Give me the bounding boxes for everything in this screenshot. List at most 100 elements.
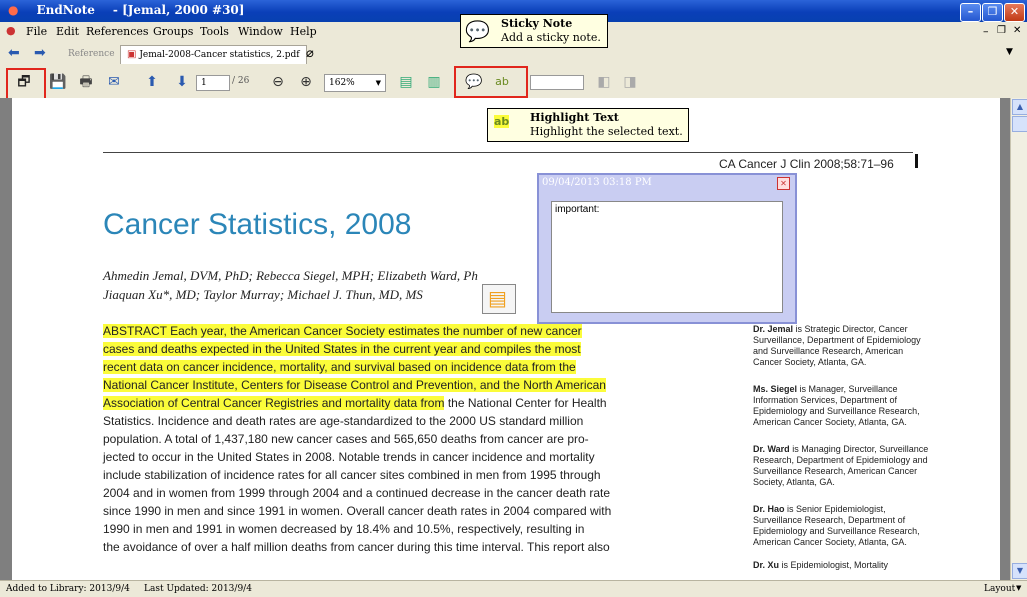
header-bar <box>915 154 918 168</box>
app-icon: ● <box>8 3 19 17</box>
menu-file[interactable]: File <box>26 25 47 38</box>
sticky-note-header[interactable]: 09/04/2013 03:18 PM ✕ <box>539 175 795 192</box>
abstract-line: 2004 and in women from 1999 through 2004… <box>103 486 611 500</box>
layout-label[interactable]: Layout <box>984 584 1015 594</box>
authors: Ahmedin Jemal, DVM, PhD; Rebecca Siegel,… <box>103 266 478 304</box>
bio-jemal: Dr. Jemal is Strategic Director, Cancer … <box>753 324 933 384</box>
maximize-button[interactable]: ❐ <box>982 3 1003 22</box>
abstract-line: recent data on cancer incidence, mortali… <box>103 358 611 376</box>
sticky-note-tooltip: 💬 Sticky Note Add a sticky note. <box>460 14 608 48</box>
abstract-line: National Cancer Institute, Centers for D… <box>103 376 611 394</box>
tooltip-title: Sticky Note <box>501 17 573 30</box>
page-down-icon[interactable]: ⬇ <box>172 73 192 91</box>
bio-name: Dr. Xu <box>753 560 780 570</box>
sticky-note-content: important: <box>555 204 600 215</box>
abstract: ABSTRACT Each year, the American Cancer … <box>103 322 611 556</box>
menu-edit[interactable]: Edit <box>56 25 79 38</box>
fit-width-icon[interactable]: ▥ <box>424 73 444 91</box>
vertical-scrollbar[interactable]: ▲ ▼ <box>1010 98 1027 580</box>
scroll-up-icon[interactable]: ▲ <box>1012 99 1027 115</box>
layout-dropdown-icon[interactable]: ▼ <box>1016 584 1021 592</box>
edit-reference-icon[interactable]: 🗗 <box>14 73 34 91</box>
bio-hao: Dr. Hao is Senior Epidemiologist, Survei… <box>753 504 933 560</box>
pdf-icon: ▣ <box>127 49 137 60</box>
print-icon[interactable]: 🖶 <box>76 73 96 91</box>
zoom-select[interactable]: 162% ▼ <box>324 74 386 92</box>
menu-groups[interactable]: Groups <box>153 25 193 38</box>
bio-name: Dr. Jemal <box>753 324 794 334</box>
menu-references[interactable]: References <box>86 25 149 38</box>
abstract-line: include stabilization of incidence rates… <box>103 468 601 482</box>
fit-page-icon[interactable]: ▤ <box>396 73 416 91</box>
zoom-out-icon[interactable]: ⊖ <box>268 73 288 91</box>
search-next-icon[interactable]: ◨ <box>620 73 640 91</box>
zoom-dropdown-icon: ▼ <box>375 79 381 87</box>
bio-ward: Dr. Ward is Managing Director, Surveilla… <box>753 444 933 504</box>
highlighted-text[interactable]: National Cancer Institute, Centers for D… <box>103 378 606 392</box>
tab-pdf-label: Jemal-2008-Cancer statistics, 2.pdf <box>139 50 300 60</box>
close-button[interactable]: ✕ <box>1004 3 1025 22</box>
bio-xu: Dr. Xu is Epidemiologist, Mortality <box>753 560 933 572</box>
sticky-note-icon[interactable]: 💬 <box>464 73 484 91</box>
tooltip-desc: Add a sticky note. <box>501 31 601 44</box>
attachment-icon[interactable]: ⌀ <box>306 46 314 61</box>
abstract-line: Association of Central Cancer Registries… <box>103 394 611 412</box>
highlight-tooltip-icon: ab <box>494 115 510 128</box>
highlighted-text[interactable]: recent data on cancer incidence, mortali… <box>103 360 576 374</box>
status-bar: Added to Library: 2013/9/4 Last Updated:… <box>0 580 1027 597</box>
abstract-text: the National Center for Health <box>444 396 607 410</box>
menu-window[interactable]: Window <box>238 25 283 38</box>
back-arrow-icon[interactable]: ⬅ <box>8 45 20 61</box>
sticky-note-marker[interactable]: ▤ <box>482 284 516 314</box>
sticky-note-tooltip-icon: 💬 <box>465 19 490 43</box>
authors-line-1: Ahmedin Jemal, DVM, PhD; Rebecca Siegel,… <box>103 268 478 283</box>
scroll-thumb[interactable] <box>1012 116 1027 132</box>
tab-dropdown-icon[interactable]: ▼ <box>1006 47 1013 57</box>
menu-help[interactable]: Help <box>290 25 317 38</box>
minimize-button[interactable]: – <box>960 3 981 22</box>
doc-close-icon[interactable]: ✕ <box>1013 25 1021 36</box>
header-rule <box>103 152 913 153</box>
tab-reference[interactable]: Reference <box>68 49 115 59</box>
authors-line-2: Jiaquan Xu*, MD; Taylor Murray; Michael … <box>103 287 423 302</box>
search-previous-icon[interactable]: ◧ <box>594 73 614 91</box>
pdf-toolbar: 🗗 💾 🖶 ✉ ⬆ ⬇ 1 / 26 ⊖ ⊕ 162% ▼ ▤ ▥ 💬 ab ◧… <box>0 66 1027 100</box>
record-title: - [Jemal, 2000 #30] <box>112 3 245 17</box>
updated-date: Last Updated: 2013/9/4 <box>144 584 252 594</box>
highlighted-text[interactable]: cases and deaths expected in the United … <box>103 342 581 356</box>
tooltip-title: Highlight Text <box>530 111 619 124</box>
abstract-line: the avoidance of over a half million dea… <box>103 540 610 554</box>
zoom-value: 162% <box>329 78 355 88</box>
save-icon[interactable]: 💾 <box>48 73 68 91</box>
sticky-note-close-icon[interactable]: ✕ <box>777 177 790 190</box>
tab-pdf[interactable]: ▣ Jemal-2008-Cancer statistics, 2.pdf <box>120 45 307 64</box>
bio-name: Dr. Hao <box>753 504 785 514</box>
abstract-line: population. A total of 1,437,180 new can… <box>103 432 589 446</box>
highlighted-text[interactable]: Association of Central Cancer Registries… <box>103 396 445 410</box>
page-number-input[interactable]: 1 <box>196 75 230 91</box>
doc-minimize-icon[interactable]: – <box>983 25 989 38</box>
bio-name: Dr. Ward <box>753 444 790 454</box>
zoom-in-icon[interactable]: ⊕ <box>296 73 316 91</box>
search-input[interactable] <box>530 75 584 90</box>
sticky-note-popup[interactable]: 09/04/2013 03:18 PM ✕ important: <box>537 173 797 324</box>
menu-tools[interactable]: Tools <box>200 25 229 38</box>
page-up-icon[interactable]: ⬆ <box>142 73 162 91</box>
page-total: / 26 <box>232 76 250 86</box>
bio-siegel: Ms. Siegel is Manager, Surveillance Info… <box>753 384 933 444</box>
highlighted-text[interactable]: ABSTRACT Each year, the American Cancer … <box>103 324 582 338</box>
email-icon[interactable]: ✉ <box>104 73 124 91</box>
doc-restore-icon[interactable]: ❐ <box>997 25 1006 36</box>
app-name: EndNote <box>36 3 95 17</box>
tooltip-desc: Highlight the selected text. <box>530 125 683 138</box>
highlight-text-icon[interactable]: ab <box>492 73 512 91</box>
window-title: ● EndNote - [Jemal, 2000 #30] <box>8 3 262 17</box>
journal-reference: CA Cancer J Clin 2008;58:71–96 <box>719 157 894 171</box>
abstract-line: 1990 in men and 1991 in women decreased … <box>103 522 585 536</box>
article-title: Cancer Statistics, 2008 <box>103 208 412 241</box>
sticky-note-textarea[interactable]: important: <box>551 201 783 313</box>
sticky-note-timestamp: 09/04/2013 03:18 PM <box>542 177 652 188</box>
app-menu-icon[interactable]: ● <box>6 24 16 37</box>
forward-arrow-icon[interactable]: ➡ <box>34 45 46 61</box>
scroll-down-icon[interactable]: ▼ <box>1012 563 1027 579</box>
